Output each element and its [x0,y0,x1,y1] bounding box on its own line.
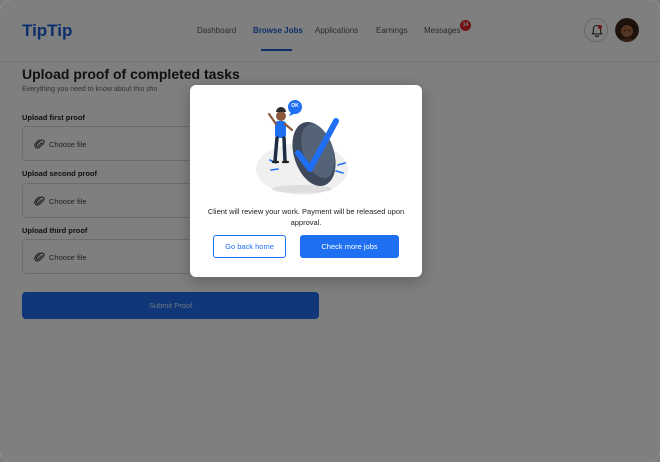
app-window: TipTip Dashboard Browse Jobs Application… [0,0,660,462]
success-illustration [256,100,348,195]
success-modal: OK Client will review your work. Payment… [190,85,422,277]
check-more-jobs-button[interactable]: Check more jobs [300,235,399,258]
ok-bubble-text: OK [291,103,299,109]
modal-message: Client will review your work. Payment wi… [207,207,405,227]
go-back-home-button[interactable]: Go back home [213,235,286,258]
